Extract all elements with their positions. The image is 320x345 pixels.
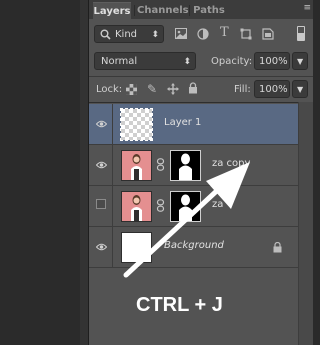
blend-mode-select[interactable]: Normal ⬍ xyxy=(94,52,196,70)
person-photo-icon xyxy=(131,195,142,221)
filter-kind-label: Kind xyxy=(115,29,138,40)
eye-icon xyxy=(95,241,108,254)
blend-row: Normal ⬍ Opacity: 100% ▼ xyxy=(89,49,313,74)
layer-mask-thumbnail[interactable] xyxy=(170,150,201,181)
visibility-toggle[interactable] xyxy=(89,104,113,144)
lock-transparent-pixels-icon[interactable] xyxy=(126,84,137,98)
opacity-input[interactable]: 100% xyxy=(254,52,290,70)
tab-divider xyxy=(189,5,190,16)
updown-arrows-icon: ⬍ xyxy=(183,57,191,67)
tab-channels[interactable]: Channels xyxy=(137,2,189,19)
layer-row-za-copy[interactable]: za copy xyxy=(89,145,298,186)
eye-icon xyxy=(95,159,108,172)
layer-row-za[interactable]: za xyxy=(89,186,298,227)
layer-row-layer-1[interactable]: Layer 1 xyxy=(89,104,298,145)
layers-scrollbar[interactable] xyxy=(298,102,313,345)
link-icon[interactable] xyxy=(156,158,165,174)
mask-silhouette-icon xyxy=(179,153,192,180)
panel-tabbar: Layers Channels Paths ≡ xyxy=(89,0,313,20)
fill-dropdown-button[interactable]: ▼ xyxy=(292,80,308,98)
visibility-toggle[interactable] xyxy=(89,186,113,226)
layer-thumbnail[interactable] xyxy=(121,232,152,263)
pixel-layer-filter-icon[interactable] xyxy=(175,28,187,42)
layer-thumbnail[interactable] xyxy=(121,150,152,181)
opacity-dropdown-button[interactable]: ▼ xyxy=(292,52,308,70)
canvas-gutter xyxy=(0,0,80,345)
filter-toggle-switch[interactable] xyxy=(297,26,305,41)
lock-position-icon[interactable] xyxy=(167,83,179,98)
divider xyxy=(89,76,313,77)
panel-menu-icon[interactable]: ≡ xyxy=(303,3,311,13)
divider xyxy=(89,102,313,103)
layer-name[interactable]: Layer 1 xyxy=(164,117,201,128)
layer-thumbnail[interactable] xyxy=(121,191,152,222)
updown-arrows-icon: ⬍ xyxy=(151,30,159,40)
visibility-toggle[interactable] xyxy=(89,145,113,185)
fill-value: 100% xyxy=(259,84,288,95)
lock-image-pixels-icon[interactable]: ✎ xyxy=(147,83,157,95)
shortcut-caption: CTRL + J xyxy=(136,294,223,316)
opacity-value: 100% xyxy=(259,56,288,67)
smart-object-filter-icon[interactable] xyxy=(262,28,274,43)
lock-icon[interactable] xyxy=(273,238,282,257)
panel-dock-edge xyxy=(80,0,89,345)
lock-all-icon[interactable] xyxy=(188,82,198,97)
chevron-down-icon: ▼ xyxy=(297,57,304,66)
layer-row-background[interactable]: Background xyxy=(89,227,298,268)
lock-label: Lock: xyxy=(96,84,123,95)
shape-filter-icon[interactable] xyxy=(240,28,252,43)
search-icon xyxy=(100,29,111,43)
lock-row: Lock: ✎ Fill: 100% ▼ xyxy=(89,78,313,102)
adjustment-filter-icon[interactable] xyxy=(197,28,209,43)
blend-mode-value: Normal xyxy=(101,56,138,67)
hidden-visibility-box xyxy=(96,199,106,209)
fill-label: Fill: xyxy=(234,84,251,95)
filter-kind-select[interactable]: Kind ⬍ xyxy=(94,25,164,43)
eye-icon xyxy=(95,118,108,131)
person-photo-icon xyxy=(131,154,142,180)
link-icon[interactable] xyxy=(156,199,165,215)
visibility-toggle[interactable] xyxy=(89,227,113,267)
type-filter-icon[interactable]: T xyxy=(220,26,229,39)
tab-layers[interactable]: Layers xyxy=(93,2,131,20)
tab-paths[interactable]: Paths xyxy=(193,2,225,19)
opacity-label: Opacity: xyxy=(211,56,253,67)
fill-input[interactable]: 100% xyxy=(254,80,290,98)
layer-mask-thumbnail[interactable] xyxy=(170,191,201,222)
layer-thumbnail[interactable] xyxy=(120,108,153,141)
tab-divider xyxy=(134,5,135,16)
layer-name[interactable]: Background xyxy=(164,240,224,251)
mask-silhouette-icon xyxy=(179,194,192,221)
chevron-down-icon: ▼ xyxy=(297,85,304,94)
filter-row: Kind ⬍ T xyxy=(89,19,313,49)
layer-name[interactable]: za xyxy=(212,199,223,210)
layer-name[interactable]: za copy xyxy=(212,158,250,169)
